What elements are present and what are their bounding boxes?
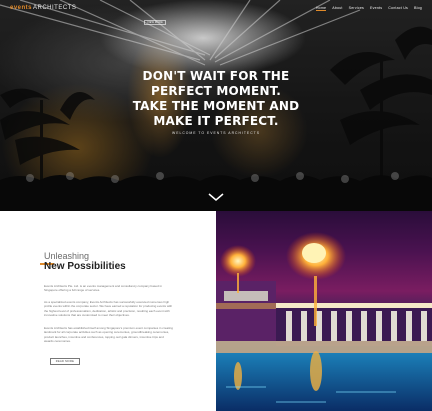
chevron-down-icon[interactable] (205, 193, 227, 205)
nav-item-events[interactable]: Events (370, 6, 382, 10)
event-photo (216, 211, 432, 411)
about-section: Unleashing New Possibilities Events Arch… (0, 211, 216, 411)
logo-primary-text: events (10, 5, 33, 11)
event-photo-illustration (216, 232, 432, 411)
site-logo[interactable]: events ARCHITECTS (10, 5, 76, 11)
hero-button[interactable]: VIEW MORE (144, 20, 166, 25)
top-navigation-bar: events ARCHITECTS Home About Services Ev… (0, 0, 432, 16)
logo-secondary-text: ARCHITECTS (33, 5, 77, 11)
hero-section: events ARCHITECTS Home About Services Ev… (0, 0, 432, 211)
read-more-button[interactable]: READ MORE (50, 358, 80, 365)
headline-line-2: PERFECT MOMENT. (150, 84, 282, 98)
venue-building (216, 281, 432, 346)
nav-item-about[interactable]: About (332, 6, 342, 10)
headline-line-4: MAKE IT PERFECT. (153, 114, 279, 128)
main-nav: Home About Services Events Contact Us Bl… (315, 6, 422, 11)
headline-line-1: DON'T WAIT FOR THE (142, 69, 290, 83)
nav-item-services[interactable]: Services (349, 6, 364, 10)
about-paragraph-3: Events Architects has established itself… (44, 326, 173, 344)
about-heading-small: Unleashing (44, 251, 90, 261)
nav-item-blog[interactable]: Blog (414, 6, 422, 10)
about-paragraph-2: As a specialized events company, Events … (44, 300, 173, 318)
hero-subtitle: WELCOME TO EVENTS ARCHITECTS (172, 131, 260, 135)
nav-item-home[interactable]: Home (315, 6, 327, 11)
headline-line-3: TAKE THE MOMENT AND (132, 99, 300, 113)
nav-item-contact[interactable]: Contact Us (388, 6, 408, 10)
about-heading-big: New Possibilities (44, 261, 126, 272)
about-paragraph-1: Events Architects Pte. Ltd. is an events… (44, 284, 162, 293)
hero-headline: DON'T WAIT FOR THE PERFECT MOMENT. TAKE … (96, 69, 336, 129)
pool-deck (216, 341, 432, 353)
